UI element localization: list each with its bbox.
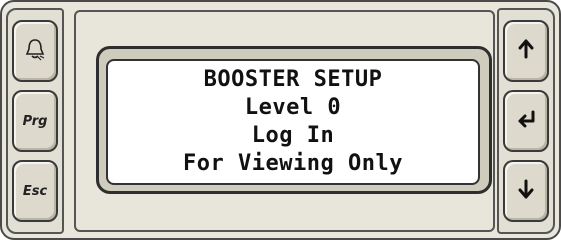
esc-button-label: Esc xyxy=(22,183,48,199)
arrow-down-icon xyxy=(517,179,535,203)
lcd-line-1: BOOSTER SETUP xyxy=(203,67,383,92)
lcd-line-3: Log In xyxy=(251,123,335,148)
up-button[interactable] xyxy=(503,20,549,82)
bell-icon xyxy=(24,37,46,65)
controller-panel: Prg Esc BOOSTER SETUP Level 0 Log In For… xyxy=(0,0,561,240)
lcd-screen: BOOSTER SETUP Level 0 Log In For Viewing… xyxy=(106,59,480,185)
esc-button[interactable]: Esc xyxy=(12,160,58,222)
enter-arrow-icon xyxy=(515,109,537,133)
enter-button[interactable] xyxy=(503,90,549,152)
lcd-line-4: For Viewing Only xyxy=(183,151,403,176)
right-keypad xyxy=(493,8,555,234)
left-keypad: Prg Esc xyxy=(6,8,68,234)
arrow-up-icon xyxy=(517,39,535,63)
prg-button-label: Prg xyxy=(22,113,48,129)
down-button[interactable] xyxy=(503,160,549,222)
lcd-line-2: Level 0 xyxy=(244,95,342,120)
alarm-button[interactable] xyxy=(12,20,58,82)
prg-button[interactable]: Prg xyxy=(12,90,58,152)
